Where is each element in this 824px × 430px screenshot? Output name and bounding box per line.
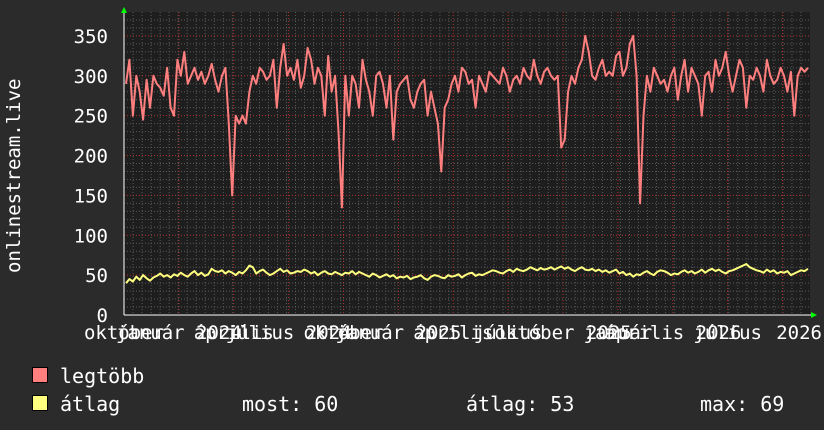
y-axis-ticks: 050100150200250300350 [74, 26, 108, 327]
y-tick-label: 100 [74, 225, 108, 247]
stat-max: max: 69 [700, 392, 785, 416]
y-tick-label: 150 [74, 185, 108, 207]
y-tick-label: 350 [74, 26, 108, 48]
line-chart: 050100150200250300350 októberjanuár 2024… [3, 7, 822, 344]
x-axis-arrow [811, 312, 817, 318]
x-tick-label: július [693, 322, 762, 344]
stat-average: átlag: 53 [466, 392, 575, 416]
y-tick-label: 50 [85, 265, 108, 287]
y-tick-label: 250 [74, 106, 108, 128]
legend-swatch-avg [32, 395, 48, 411]
x-axis-ticks: októberjanuár 2024áprilisjúlius 2024októ… [84, 322, 822, 344]
legend-label-avg: átlag [60, 392, 121, 416]
x-tick-label: 2026 [776, 322, 822, 344]
y-axis-label: onlinestream.live [3, 79, 25, 273]
stat-now: most: 60 [242, 392, 339, 416]
y-tick-label: 200 [74, 146, 108, 168]
legend-label-max: legtöbb [60, 364, 145, 388]
y-tick-label: 300 [74, 66, 108, 88]
legend-swatch-max [32, 367, 48, 383]
y-axis-arrow [121, 7, 127, 13]
